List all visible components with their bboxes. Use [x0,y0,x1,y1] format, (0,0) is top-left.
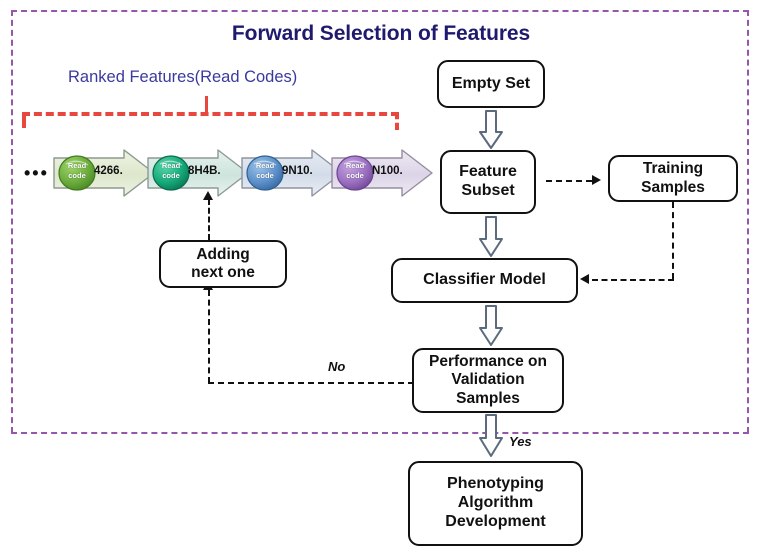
node-adding-next-label-1: Adding [196,245,250,263]
feature-code-1: 4266. [94,165,123,177]
arrowhead-training-to-classifier [580,274,589,284]
read-code-badge: Read code [247,156,283,190]
read-code-badge-text: Read code [161,161,181,180]
frame-left-border [11,10,13,433]
node-phenotyping-label-1: Phenotyping [447,475,544,493]
node-phenotyping-label-3: Development [445,512,546,530]
node-feature-subset-label-2: Subset [461,182,515,199]
node-performance-label-1: Performance on [428,353,547,371]
node-classifier-model[interactable]: Classifier Model [391,258,578,303]
bracket-right-tick [395,112,399,130]
frame-bottom-border [11,432,749,434]
edge-training-down [672,202,674,279]
node-empty-set[interactable]: Empty Set [437,60,545,108]
edge-training-to-classifier [592,279,674,281]
ranked-features-label: Ranked Features(Read Codes) [68,68,298,86]
bracket-horizontal [22,112,399,116]
read-code-badge-text: Read code [67,161,87,180]
diagram-canvas: Forward Selection of Features Ranked Fea… [0,0,762,560]
edge-label-yes: Yes [509,434,532,449]
arrowhead-adding-to-features [203,191,213,200]
edge-no-vertical [208,290,210,383]
read-code-badge: Read code [153,156,189,190]
block-arrow-performance-to-phenotyping [478,414,504,458]
node-phenotyping-algorithm-development[interactable]: Phenotyping Algorithm Development [408,461,583,546]
node-training-samples-label-2: Samples [641,178,705,196]
node-performance-label-3: Samples [456,389,520,407]
frame-right-border [747,10,749,433]
arrowhead-subset-to-training [592,175,601,185]
node-training-samples[interactable]: Training Samples [608,155,738,202]
feature-code-3: 9N10. [282,165,313,177]
node-performance-validation[interactable]: Performance on Validation Samples [412,348,564,413]
feature-chevron-1[interactable]: Read code 4266. [52,148,156,198]
node-training-samples-label-1: Training [642,160,704,178]
feature-code-2: 8H4B. [188,165,221,177]
node-empty-set-label: Empty Set [451,74,531,92]
read-code-badge: Read code [59,156,95,190]
frame-top-border [11,10,749,12]
node-feature-subset-label-1: Feature [459,163,517,181]
feature-chevron-3[interactable]: Read code 9N10. [240,148,344,198]
node-adding-next-label-2: next one [191,264,255,281]
ellipsis-dots: ••• [24,163,49,183]
node-feature-subset[interactable]: Feature Subset [440,150,536,214]
node-classifier-model-label: Classifier Model [423,271,546,289]
block-arrow-emptyset-to-subset [478,110,504,150]
read-code-badge-text: Read code [345,161,365,180]
feature-chevron-2[interactable]: Read code 8H4B. [146,148,250,198]
node-phenotyping-label-2: Algorithm [457,494,534,512]
node-performance-label-2: Validation [451,371,525,389]
bracket-left-tick [22,112,26,128]
block-arrow-subset-to-classifier [478,216,504,258]
read-code-badge-text: Read code [255,161,275,180]
node-adding-next-one[interactable]: Adding next one [159,240,287,288]
feature-code-4: N100. [372,165,403,177]
read-code-badge: Read code [337,156,373,190]
page-title: Forward Selection of Features [231,22,531,45]
edge-subset-to-training [546,180,592,182]
edge-label-no: No [328,359,346,374]
edge-no-horizontal [208,382,414,384]
edge-adding-to-features [208,199,210,240]
feature-chevron-4[interactable]: Read code N100. [330,148,434,198]
block-arrow-classifier-to-performance [478,305,504,347]
